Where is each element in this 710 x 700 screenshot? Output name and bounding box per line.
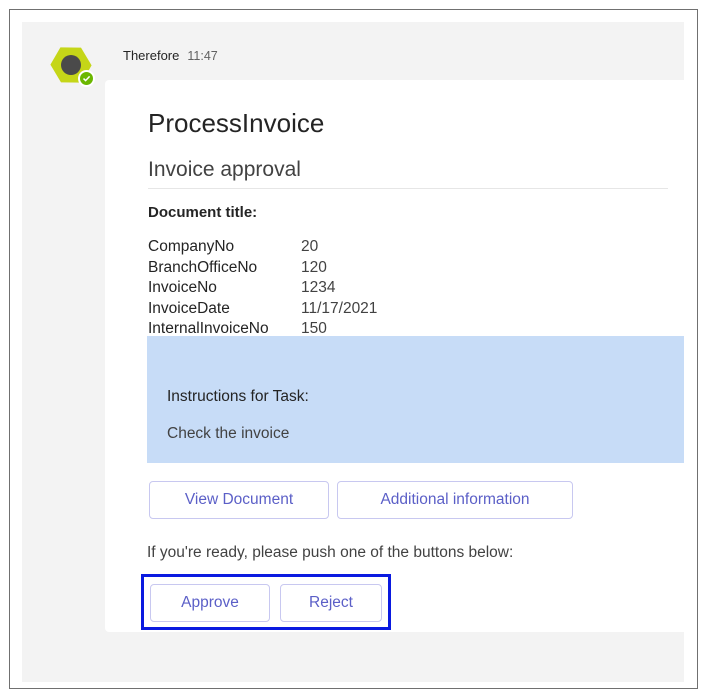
presence-available-icon [78, 70, 95, 87]
fact-value: 120 [301, 258, 327, 276]
divider [148, 188, 668, 189]
fact-value: 1234 [301, 279, 336, 296]
fact-row: BranchOfficeNo 120 [148, 258, 377, 279]
reject-button[interactable]: Reject [280, 584, 382, 622]
card-subtitle: Invoice approval [148, 158, 301, 181]
view-document-button[interactable]: View Document [149, 481, 329, 519]
fact-row: CompanyNo 20 [148, 237, 377, 258]
instructions-title: Instructions for Task: [167, 388, 309, 405]
fact-set: CompanyNo 20 BranchOfficeNo 120 InvoiceN… [148, 237, 377, 340]
instructions-container: Instructions for Task: Check the invoice [147, 336, 684, 463]
fact-row: InvoiceDate 11/17/2021 [148, 299, 377, 320]
instructions-text: Check the invoice [167, 425, 290, 442]
message-header: Therefore 11:47 [123, 48, 218, 63]
sender-name[interactable]: Therefore [123, 48, 179, 63]
fact-key: InvoiceNo [148, 279, 217, 296]
decision-prompt: If you're ready, please push one of the … [147, 544, 514, 561]
document-title-label: Document title: [148, 204, 258, 221]
fact-key: CompanyNo [148, 238, 235, 255]
message-timestamp: 11:47 [187, 49, 218, 63]
fact-value: 11/17/2021 [301, 299, 378, 317]
fact-key: InvoiceDate [148, 299, 230, 317]
fact-row: InvoiceNo 1234 [148, 278, 377, 299]
additional-information-button[interactable]: Additional information [337, 481, 573, 519]
fact-value: 20 [301, 238, 319, 255]
fact-key: BranchOfficeNo [148, 258, 258, 276]
approve-button[interactable]: Approve [150, 584, 270, 622]
card-title: ProcessInvoice [148, 108, 325, 138]
